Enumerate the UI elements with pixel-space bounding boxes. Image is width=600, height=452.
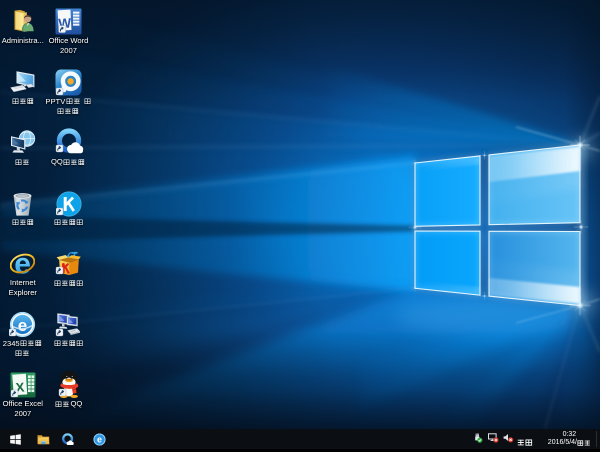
svg-text:e: e xyxy=(96,434,101,444)
svg-text:e: e xyxy=(18,316,27,335)
